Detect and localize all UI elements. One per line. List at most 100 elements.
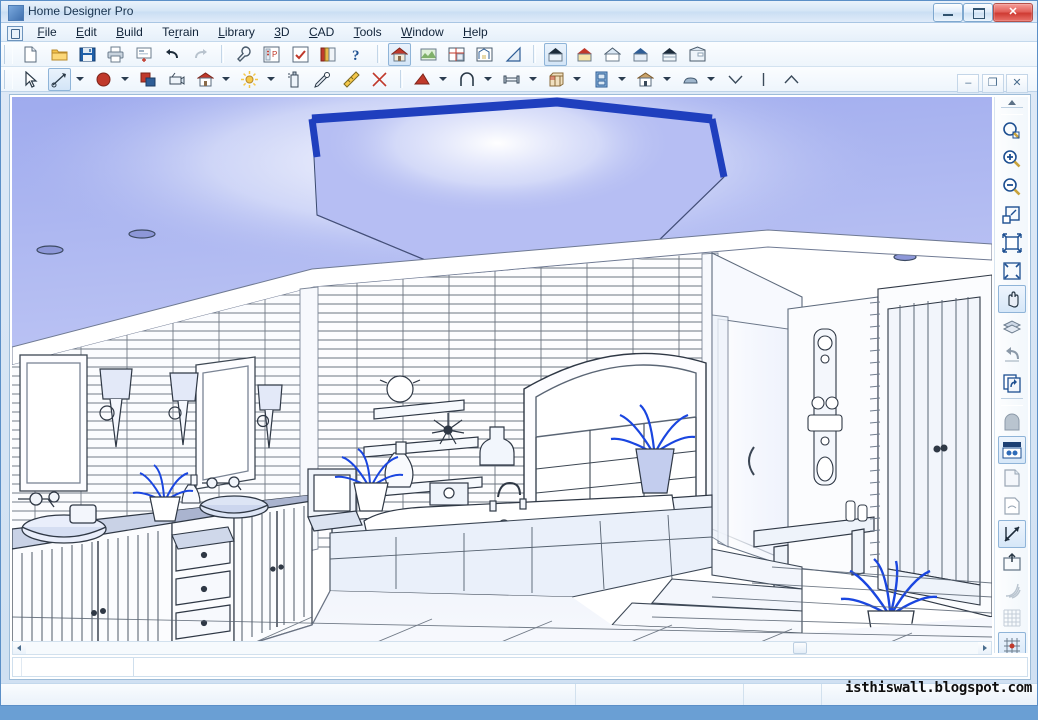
color-fill-icon[interactable] [92, 68, 115, 91]
arc-snap-icon[interactable] [998, 576, 1026, 604]
zoom-in-icon[interactable] [998, 145, 1026, 173]
wall-curved-dropdown-arrow-icon[interactable] [482, 68, 493, 89]
undo-icon[interactable] [161, 43, 184, 66]
window-maximize-button[interactable] [963, 3, 993, 22]
menu-terrain[interactable]: Terrain [154, 23, 207, 41]
menu-library[interactable]: Library [210, 23, 263, 41]
chevron-down-icon[interactable] [724, 68, 747, 91]
material-paint-icon[interactable] [137, 68, 160, 91]
open-folder-icon[interactable] [48, 43, 71, 66]
page-setup-icon[interactable] [998, 464, 1026, 492]
cabinet-icon[interactable] [545, 68, 568, 91]
new-file-icon[interactable] [19, 43, 42, 66]
menu-file[interactable]: File [29, 23, 64, 41]
toolbar-grip[interactable] [4, 45, 13, 64]
scroll-left-arrow-icon[interactable] [13, 642, 26, 654]
preferences-page-icon[interactable]: P [260, 43, 283, 66]
print-page-icon[interactable] [998, 492, 1026, 520]
scroll-up-arrow-icon[interactable] [1008, 100, 1016, 105]
help-question-icon[interactable]: ? [345, 43, 368, 66]
diagonal-line-icon[interactable] [998, 520, 1026, 548]
spray-can-icon[interactable] [283, 68, 306, 91]
render-view-icon[interactable] [998, 436, 1026, 464]
wrench-preferences-icon[interactable] [232, 43, 255, 66]
save-icon[interactable] [76, 43, 99, 66]
wall-dropdown-arrow-icon[interactable] [437, 68, 448, 89]
terrain-landscape-icon[interactable] [417, 43, 440, 66]
menu-help[interactable]: Help [455, 23, 496, 41]
roof-plane-dropdown-arrow-icon[interactable] [705, 68, 716, 89]
document-minimize-button[interactable]: – [957, 74, 979, 93]
cabinet-dropdown-arrow-icon[interactable] [571, 68, 582, 89]
undo-zoom-icon[interactable] [998, 341, 1026, 369]
light-sun-icon[interactable] [238, 68, 261, 91]
floor-plan-icon[interactable] [445, 43, 468, 66]
window-icon[interactable] [634, 68, 657, 91]
document-restore-button[interactable]: ❐ [982, 74, 1004, 93]
roof-flat-icon[interactable] [544, 43, 567, 66]
door-dropdown-arrow-icon[interactable] [616, 68, 627, 89]
railing-icon[interactable] [500, 68, 523, 91]
zoom-region-icon[interactable] [998, 117, 1026, 145]
roof-plane-icon[interactable] [679, 68, 702, 91]
scrollbar-thumb[interactable] [793, 642, 807, 654]
window-dropdown-arrow-icon[interactable] [661, 68, 672, 89]
refresh-display-icon[interactable] [998, 369, 1026, 397]
house-3d-icon[interactable] [194, 68, 217, 91]
select-arrow-icon[interactable] [19, 68, 42, 91]
toolbar-grip[interactable] [4, 70, 13, 89]
menu-3d[interactable]: 3D [266, 23, 297, 41]
house-exterior-icon[interactable] [388, 43, 411, 66]
fill-window-building-icon[interactable] [998, 257, 1026, 285]
menu-window[interactable]: Window [393, 23, 452, 41]
wall-straight-icon[interactable] [411, 68, 434, 91]
dimension-icon[interactable] [368, 68, 391, 91]
menu-cad[interactable]: CAD [301, 23, 342, 41]
roof-hip-icon[interactable] [601, 43, 624, 66]
color-fill-dropdown-arrow-icon[interactable] [119, 68, 130, 89]
checkbox-options-icon[interactable] [289, 43, 312, 66]
zoom-previous-icon[interactable] [998, 201, 1026, 229]
door-icon[interactable] [590, 68, 613, 91]
system-menu-icon[interactable] [7, 26, 23, 41]
vertical-line-icon[interactable] [752, 68, 775, 91]
redo-icon[interactable] [189, 43, 212, 66]
document-close-button[interactable]: ✕ [1006, 74, 1028, 93]
3d-viewport[interactable] [12, 97, 992, 653]
light-sun-dropdown-arrow-icon[interactable] [265, 68, 276, 89]
eyedropper-icon[interactable] [311, 68, 334, 91]
roof-gambrel-icon[interactable] [658, 43, 681, 66]
window-close-button[interactable]: ✕ [993, 3, 1033, 22]
railing-dropdown-arrow-icon[interactable] [527, 68, 538, 89]
wall-curved-icon[interactable] [456, 68, 479, 91]
roof-shed-icon[interactable] [629, 43, 652, 66]
fill-window-icon[interactable] [998, 229, 1026, 257]
grid-icon[interactable] [998, 604, 1026, 632]
zoom-out-icon[interactable] [998, 173, 1026, 201]
pan-orbit-dropdown-arrow-icon[interactable] [74, 68, 85, 89]
chevron-up-icon[interactable] [780, 68, 803, 91]
layers-icon[interactable] [998, 313, 1026, 341]
ruler-tape-icon[interactable] [340, 68, 363, 91]
library-browser-icon[interactable] [317, 43, 340, 66]
foundation-icon[interactable] [686, 43, 709, 66]
cad-detail-icon[interactable] [502, 43, 525, 66]
menu-build[interactable]: Build [108, 23, 151, 41]
window-minimize-button[interactable] [933, 3, 963, 22]
pan-orbit-icon[interactable] [48, 68, 71, 91]
arch-shape-icon[interactable] [998, 408, 1026, 436]
snap-grid-icon[interactable] [998, 632, 1026, 653]
roof-gable-icon[interactable] [573, 43, 596, 66]
menu-edit[interactable]: Edit [68, 23, 105, 41]
camera-icon[interactable] [165, 68, 188, 91]
horizontal-scrollbar[interactable] [12, 641, 992, 655]
menu-tools[interactable]: Tools [346, 23, 390, 41]
elevation-view-icon[interactable] [473, 43, 496, 66]
toolbar-grip[interactable] [1001, 107, 1023, 115]
print-icon[interactable] [104, 43, 127, 66]
print-preview-icon[interactable] [133, 43, 156, 66]
house-3d-dropdown-arrow-icon[interactable] [220, 68, 231, 89]
insert-above-icon[interactable] [998, 548, 1026, 576]
toolbar-grip[interactable] [1001, 398, 1023, 406]
scroll-right-arrow-icon[interactable] [978, 642, 991, 654]
